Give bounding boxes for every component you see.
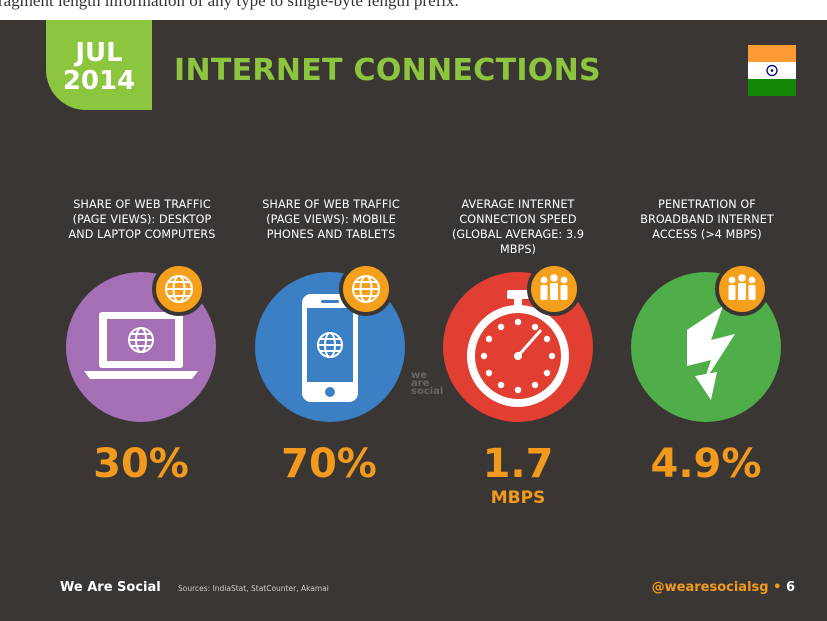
footer-handle: @wearesocialsg • 6 [651, 580, 795, 595]
people-icon [728, 274, 756, 300]
value-mobile-share: 70% [281, 441, 377, 487]
value-broadband-penetration: 4.9% [650, 441, 762, 487]
date-month: JUL [75, 38, 123, 68]
people-badge [527, 262, 581, 316]
india-flag-icon [748, 45, 796, 96]
globe-badge [339, 262, 393, 316]
value-desktop-share: 30% [93, 441, 189, 487]
label-connection-speed: AVERAGE INTERNET CONNECTION SPEED (GLOBA… [451, 198, 585, 256]
value-connection-speed: 1.7 [482, 441, 554, 487]
globe-icon [352, 275, 380, 303]
cropped-caption: ragment length information of any type t… [0, 0, 827, 20]
unit-connection-speed: MBPS [490, 488, 546, 508]
people-icon [540, 274, 568, 300]
page-number: 6 [785, 580, 795, 595]
label-desktop-share: SHARE OF WEB TRAFFIC (PAGE VIEWS): DESKT… [68, 198, 216, 241]
slide: JUL 2014 INTERNET CONNECTIONS SHARE OF W… [0, 20, 827, 621]
label-mobile-share: SHARE OF WEB TRAFFIC (PAGE VIEWS): MOBIL… [262, 198, 400, 241]
globe-icon [165, 275, 193, 303]
people-badge [715, 262, 769, 316]
date-badge: JUL 2014 [46, 20, 152, 110]
globe-badge [152, 262, 206, 316]
date-year: 2014 [62, 66, 136, 96]
label-broadband-penetration: PENETRATION OF BROADBAND INTERNET ACCESS… [640, 198, 774, 241]
footer-brand: We Are Social [60, 580, 161, 595]
page-title: INTERNET CONNECTIONS [174, 53, 601, 88]
we-are-social-watermark: we are social [411, 370, 444, 397]
footer-sources: Sources: IndiaStat, StatCounter, Akamai [178, 584, 329, 593]
